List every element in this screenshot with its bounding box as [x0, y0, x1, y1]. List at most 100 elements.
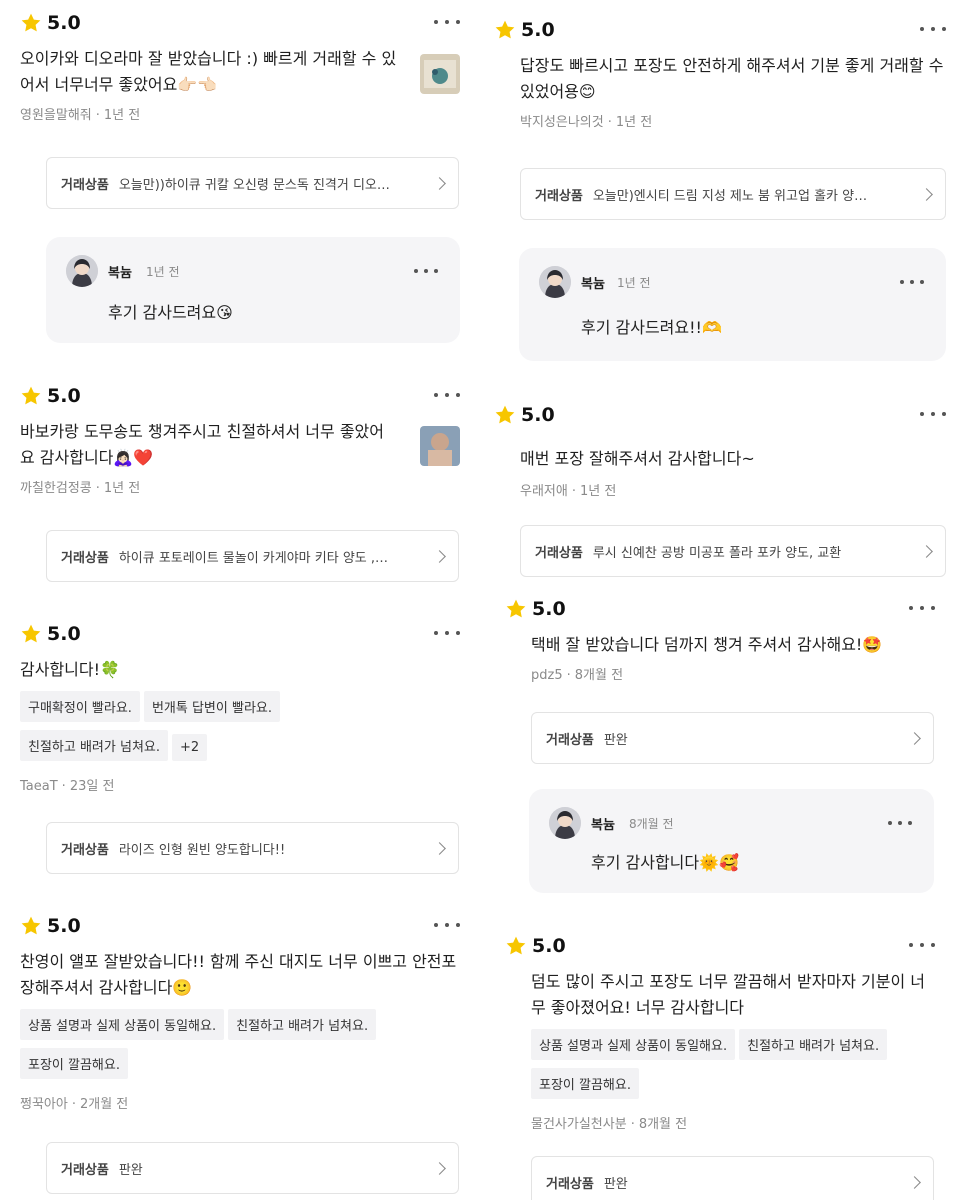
review-text: 택배 잘 받았습니다 덤까지 챙겨 주셔서 감사해요!🤩 — [531, 635, 883, 654]
reply-author[interactable]: 복늄 — [108, 262, 132, 281]
deal-product-link[interactable]: 거래상품 루시 신예찬 공방 미공포 폴라 포카 양도, 교환 — [520, 525, 946, 577]
review-emoji: 👉🏻👈🏻 — [177, 75, 218, 94]
deal-label: 거래상품 — [61, 842, 109, 858]
deal-product-name: 판완 — [603, 732, 628, 748]
rating-score: 5.0 — [47, 915, 81, 937]
more-options-icon[interactable] — [909, 602, 935, 614]
deal-product-name: 라이즈 인형 원빈 양도합니다!! — [118, 842, 286, 858]
review-emoji: 🤩 — [862, 635, 883, 654]
more-options-icon[interactable] — [900, 280, 924, 286]
review-time: 1년 전 — [579, 484, 617, 499]
deal-label: 거래상품 — [61, 177, 109, 193]
review-author[interactable]: pdz5 — [531, 668, 563, 683]
review-tag: 구매확정이 빨라요. — [20, 691, 140, 722]
reply-emoji: 🌞🥰 — [699, 853, 739, 872]
review-time: 8개월 전 — [574, 668, 624, 683]
deal-product-link[interactable]: 거래상품 판완 — [531, 712, 934, 764]
review-author[interactable]: 물건사가실천사분 — [531, 1117, 627, 1132]
deal-product-link[interactable]: 거래상품 라이즈 인형 원빈 양도합니다!! — [46, 822, 459, 874]
more-options-icon[interactable] — [920, 408, 946, 420]
deal-product-name: 루시 신예찬 공방 미공포 폴라 포카 양도, 교환 — [592, 545, 842, 561]
review-photo[interactable] — [420, 54, 460, 94]
deal-product-link[interactable]: 거래상품 오늘만)엔시티 드림 지성 제노 붐 위고업 홀카 양… — [520, 168, 946, 220]
rating-row: 5.0 — [494, 400, 946, 430]
review-photo[interactable] — [420, 426, 460, 466]
rating-row: 5.0 — [20, 381, 460, 411]
review-meta: 우래저애 · 1년 전 — [520, 484, 617, 499]
review-meta: 물건사가실천사분 · 8개월 전 — [531, 1117, 688, 1132]
review-tag: 번개톡 답변이 빨라요. — [143, 691, 280, 722]
review-emoji: 🙇🏻‍♀️❤️ — [113, 448, 154, 467]
review-tag: 상품 설명과 실제 상품이 동일해요. — [20, 1009, 225, 1040]
rating-row: 5.0 — [20, 911, 460, 941]
star-icon — [20, 385, 42, 407]
avatar[interactable] — [66, 255, 98, 287]
more-options-icon[interactable] — [888, 821, 912, 827]
deal-product-link[interactable]: 거래상품 오늘만))하이큐 귀칼 오신령 문스독 진격거 디오… — [46, 157, 459, 209]
review-tag: 친절하고 배려가 넘쳐요. — [228, 1009, 377, 1040]
deal-label: 거래상품 — [546, 1176, 594, 1192]
reply-text: 후기 감사드려요!!🫶 — [581, 318, 722, 337]
review-time: 23일 전 — [69, 779, 115, 794]
avatar[interactable] — [539, 266, 571, 298]
review-author[interactable]: 박지성은나의것 — [520, 115, 604, 130]
more-options-icon[interactable] — [909, 939, 935, 951]
deal-label: 거래상품 — [535, 545, 583, 561]
review-text: 바보카랑 도무송도 챙겨주시고 친절하셔서 너무 좋았어요 감사합니다🙇🏻‍♀️… — [20, 422, 384, 467]
chevron-right-icon — [433, 176, 446, 190]
review-emoji: 😊 — [578, 82, 596, 101]
deal-product-link[interactable]: 거래상품 판완 — [46, 1142, 459, 1194]
star-icon — [20, 915, 42, 937]
rating-score: 5.0 — [521, 404, 555, 426]
more-options-icon[interactable] — [434, 627, 460, 639]
review-text: 답장도 빠르시고 포장도 안전하게 해주셔서 기분 좋게 거래할 수 있었어용😊 — [520, 56, 944, 101]
review-meta: 까칠한검정콩 · 1년 전 — [20, 481, 141, 496]
more-options-icon[interactable] — [414, 269, 438, 275]
rating-score: 5.0 — [532, 598, 566, 620]
more-tags-button[interactable]: +2 — [172, 734, 208, 761]
review-time: 2개월 전 — [79, 1097, 129, 1112]
review-meta: pdz5 · 8개월 전 — [531, 668, 624, 683]
review-tag: 포장이 깔끔해요. — [531, 1068, 639, 1099]
review-tags: 상품 설명과 실제 상품이 동일해요. 친절하고 배려가 넘쳐요. 포장이 깔끔해… — [505, 1029, 935, 1107]
review-author[interactable]: TaeaT — [20, 779, 58, 794]
avatar[interactable] — [549, 807, 581, 839]
more-options-icon[interactable] — [434, 389, 460, 401]
review-card: 5.0 감사합니다!🍀 구매확정이 빨라요. 번개톡 답변이 빨라요. 친절하고 … — [20, 619, 460, 794]
review-time: 1년 전 — [103, 108, 141, 123]
review-meta: TaeaT · 23일 전 — [20, 779, 115, 794]
rating-row: 5.0 — [505, 931, 935, 961]
review-meta: 쩡꾹아아 · 2개월 전 — [20, 1097, 129, 1112]
review-author[interactable]: 쩡꾹아아 — [20, 1097, 68, 1112]
review-tags: 상품 설명과 실제 상품이 동일해요. 친절하고 배려가 넘쳐요. 포장이 깔끔해… — [20, 1009, 460, 1087]
chevron-right-icon — [433, 841, 446, 855]
rating-row: 5.0 — [20, 8, 460, 38]
review-author[interactable]: 우래저애 — [520, 484, 568, 499]
reply-author[interactable]: 복늄 — [581, 273, 605, 292]
star-icon — [494, 404, 516, 426]
review-meta: 박지성은나의것 · 1년 전 — [520, 115, 653, 130]
chevron-right-icon — [433, 1161, 446, 1175]
more-options-icon[interactable] — [434, 16, 460, 28]
reply-author[interactable]: 복늄 — [591, 814, 615, 833]
review-card: 5.0 오이카와 디오라마 잘 받았습니다 :) 빠르게 거래할 수 있어서 너… — [20, 8, 460, 123]
review-text: 오이카와 디오라마 잘 받았습니다 :) 빠르게 거래할 수 있어서 너무너무 … — [20, 49, 397, 94]
rating-row: 5.0 — [505, 594, 935, 624]
rating-score: 5.0 — [47, 385, 81, 407]
deal-product-link[interactable]: 거래상품 하이큐 포토레이트 물놀이 카게야마 키타 양도 ,… — [46, 530, 459, 582]
star-icon — [20, 623, 42, 645]
review-tag: 친절하고 배려가 넘쳐요. — [739, 1029, 888, 1060]
rating-score: 5.0 — [47, 12, 81, 34]
more-options-icon[interactable] — [920, 23, 946, 35]
more-options-icon[interactable] — [434, 919, 460, 931]
seller-reply: 복늄 1년 전 후기 감사드려요!!🫶 — [519, 248, 946, 361]
review-tag: 상품 설명과 실제 상품이 동일해요. — [531, 1029, 736, 1060]
chevron-right-icon — [920, 187, 933, 201]
review-author[interactable]: 영원을말해줘 — [20, 108, 92, 123]
reply-emoji: 😘 — [216, 303, 233, 322]
review-text: 찬영이 앨포 잘받았습니다!! 함께 주신 대지도 너무 이쁘고 안전포장해주셔… — [20, 952, 457, 997]
review-meta: 영원을말해줘 · 1년 전 — [20, 108, 141, 123]
review-author[interactable]: 까칠한검정콩 — [20, 481, 92, 496]
review-text: 덤도 많이 주시고 포장도 너무 깔끔해서 받자마자 기분이 너무 좋아졌어요!… — [531, 972, 925, 1017]
deal-product-link[interactable]: 거래상품 판완 — [531, 1156, 934, 1200]
